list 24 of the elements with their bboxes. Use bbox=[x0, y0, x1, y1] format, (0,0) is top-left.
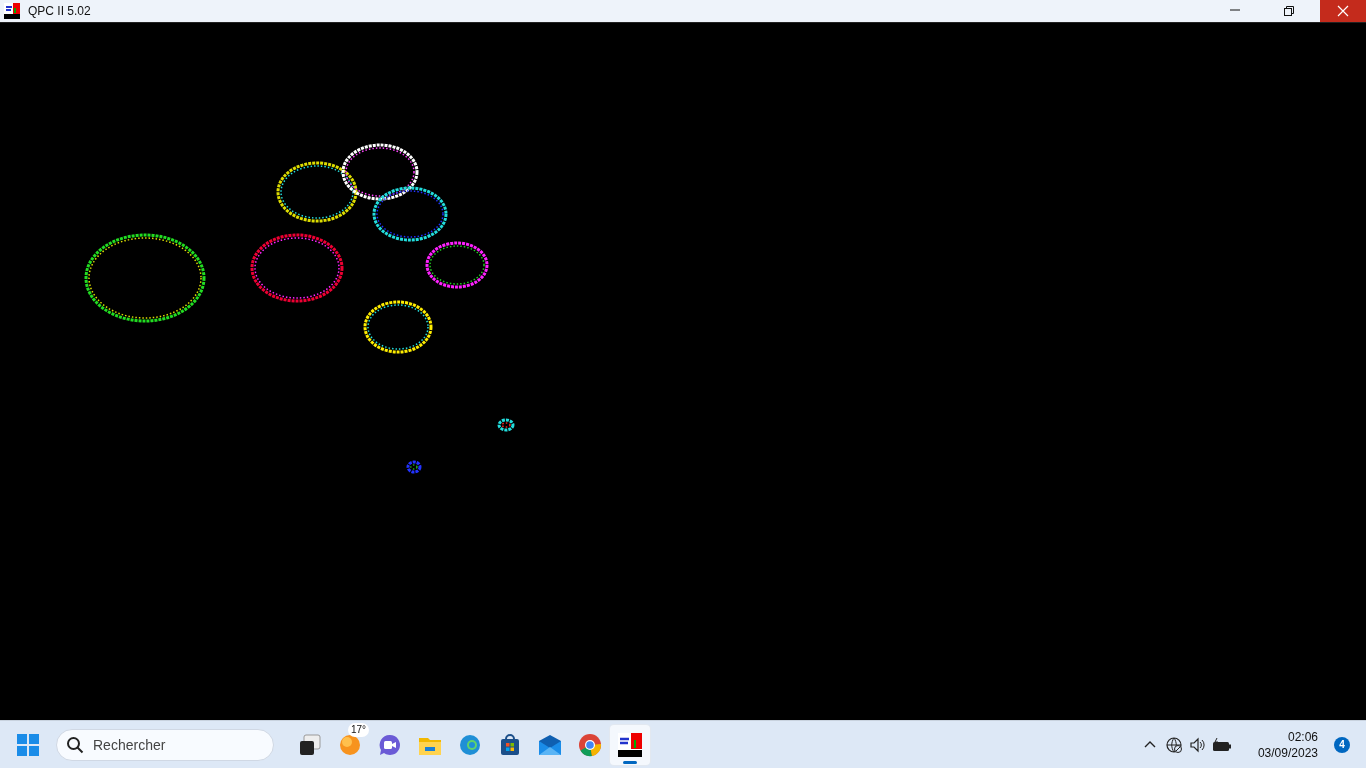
stacked-windows-icon bbox=[298, 732, 322, 757]
close-icon bbox=[1337, 5, 1349, 17]
envelope-icon bbox=[538, 732, 562, 757]
search-icon bbox=[66, 735, 84, 754]
round-logo-icon bbox=[578, 732, 602, 757]
notification-count[interactable]: 4 bbox=[1334, 736, 1350, 753]
clock-date[interactable]: 03/09/2023 bbox=[1257, 744, 1318, 761]
app-logo-icon bbox=[618, 732, 642, 757]
restore-icon bbox=[1283, 5, 1295, 17]
taskbar-button[interactable]: 17° bbox=[330, 724, 370, 765]
sun-icon bbox=[338, 732, 362, 757]
speaker-icon bbox=[1189, 736, 1206, 753]
battery-icon bbox=[1211, 736, 1232, 753]
search-field[interactable]: Rechercher bbox=[56, 728, 274, 761]
shopping-bag-icon bbox=[498, 732, 522, 757]
app-logo-icon bbox=[4, 3, 20, 19]
clock-time[interactable]: 02:06 bbox=[1257, 728, 1318, 745]
browser-icon bbox=[458, 732, 482, 757]
temperature-label: 17° bbox=[348, 722, 370, 737]
window-title: QPC II 5.02 bbox=[28, 3, 91, 20]
taskbar-button[interactable] bbox=[610, 724, 650, 765]
video-chat-icon bbox=[378, 732, 402, 757]
windows-logo-icon bbox=[16, 732, 40, 757]
globe-icon bbox=[1165, 736, 1182, 753]
